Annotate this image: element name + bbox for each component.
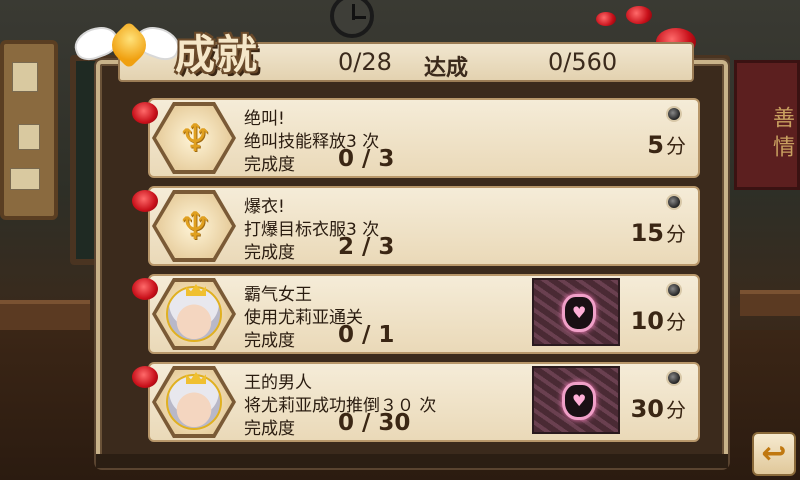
progress-value: 0 / 1 [338, 322, 395, 348]
achievement-row[interactable]: 王的男人 将尤莉亚成功推倒３０ 次 完成度 0 / 30 30分 [112, 362, 700, 442]
lips-decoration-medium [626, 6, 652, 24]
list-bottom-edge [96, 454, 728, 468]
lips-icon [132, 366, 158, 388]
status-dot-icon [666, 194, 682, 210]
back-button[interactable]: ↩ [752, 432, 796, 476]
lips-icon [132, 102, 158, 124]
trophy-icon: ♆ [178, 116, 213, 160]
corkboard [0, 40, 58, 220]
score-total: 0/560 [548, 48, 618, 76]
progress-label: 完成度 [244, 243, 295, 263]
achievement-points: 30 分 [630, 395, 686, 423]
character-avatar [166, 284, 222, 342]
progress-value: 0 / 3 [338, 146, 395, 172]
achievement-name: 霸气女王 [244, 285, 312, 305]
achievement-row[interactable]: 霸气女王 使用尤莉亚通关 完成度 0 / 1 10分 [112, 274, 700, 354]
wall-banner: 善 情 [734, 60, 800, 190]
achievement-count: 0/28 [338, 48, 392, 76]
achieved-label: 达成 [424, 56, 469, 81]
desk-left [0, 300, 90, 330]
locked-reward-icon [532, 278, 620, 346]
status-dot-icon [666, 106, 682, 122]
progress-label: 完成度 [244, 155, 295, 175]
progress-value: 0 / 30 [338, 410, 411, 436]
achievement-name: 爆衣! [244, 197, 285, 217]
achievement-points: 15 分 [630, 219, 686, 247]
trophy-icon: ♆ [178, 204, 213, 248]
status-dot-icon [666, 282, 682, 298]
progress-label: 完成度 [244, 331, 295, 351]
character-avatar [166, 372, 222, 430]
lips-decoration-small [596, 12, 616, 26]
achievement-row[interactable]: ♆ 绝叫! 绝叫技能释放3 次 完成度 0 / 3 5分 [112, 98, 700, 178]
achievement-row[interactable]: ♆ 爆衣! 打爆目标衣服3 次 完成度 2 / 3 15 分 [112, 186, 700, 266]
lips-icon [132, 190, 158, 212]
locked-reward-icon [532, 366, 620, 434]
progress-value: 2 / 3 [338, 234, 395, 260]
page-title: 成就 [175, 31, 259, 78]
achievement-points: 10 分 [630, 307, 686, 335]
achievement-name: 王的男人 [244, 373, 312, 393]
progress-label: 完成度 [244, 419, 295, 439]
winged-heart-icon [70, 14, 184, 78]
lips-icon [132, 278, 158, 300]
achievement-points: 5分 [647, 131, 686, 159]
back-arrow-icon: ↩ [761, 436, 787, 471]
achievement-name: 绝叫! [244, 109, 285, 129]
status-dot-icon [666, 370, 682, 386]
desk-right [740, 290, 800, 316]
wall-clock [330, 0, 374, 38]
